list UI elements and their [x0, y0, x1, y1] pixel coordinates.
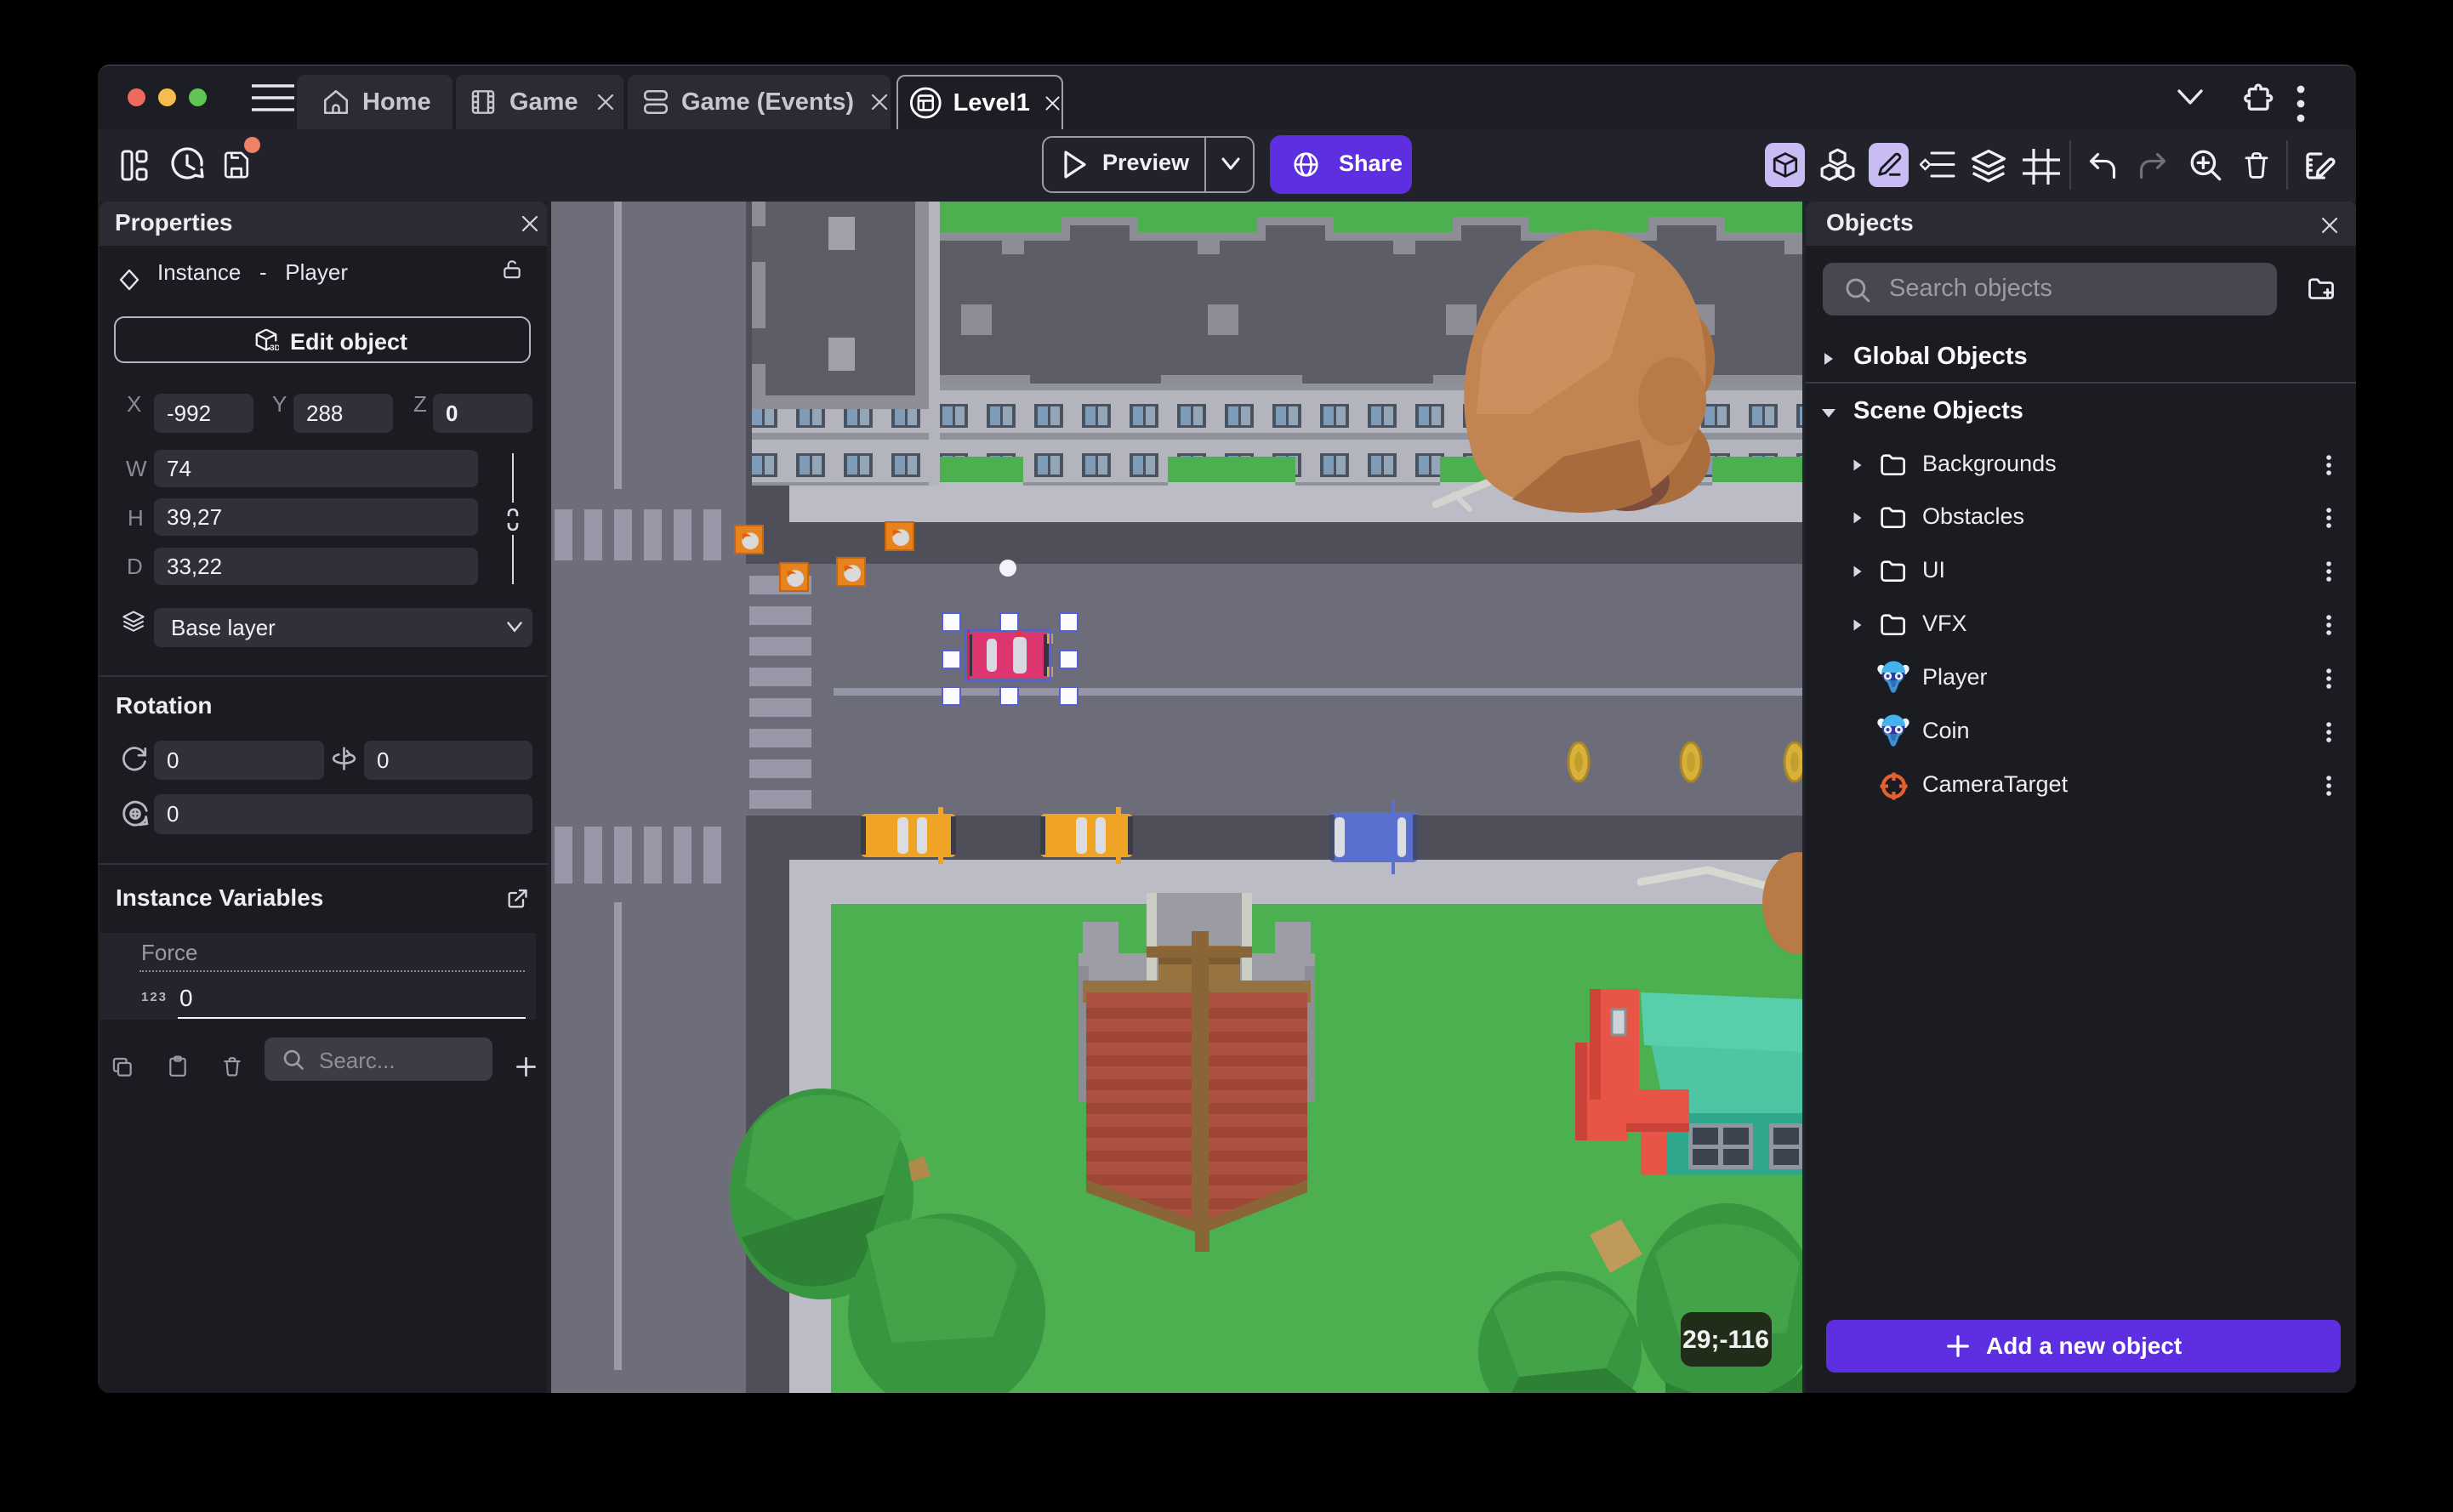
svg-text:29;-116: 29;-116	[1682, 1326, 1769, 1354]
svg-text:3D: 3D	[270, 344, 279, 352]
